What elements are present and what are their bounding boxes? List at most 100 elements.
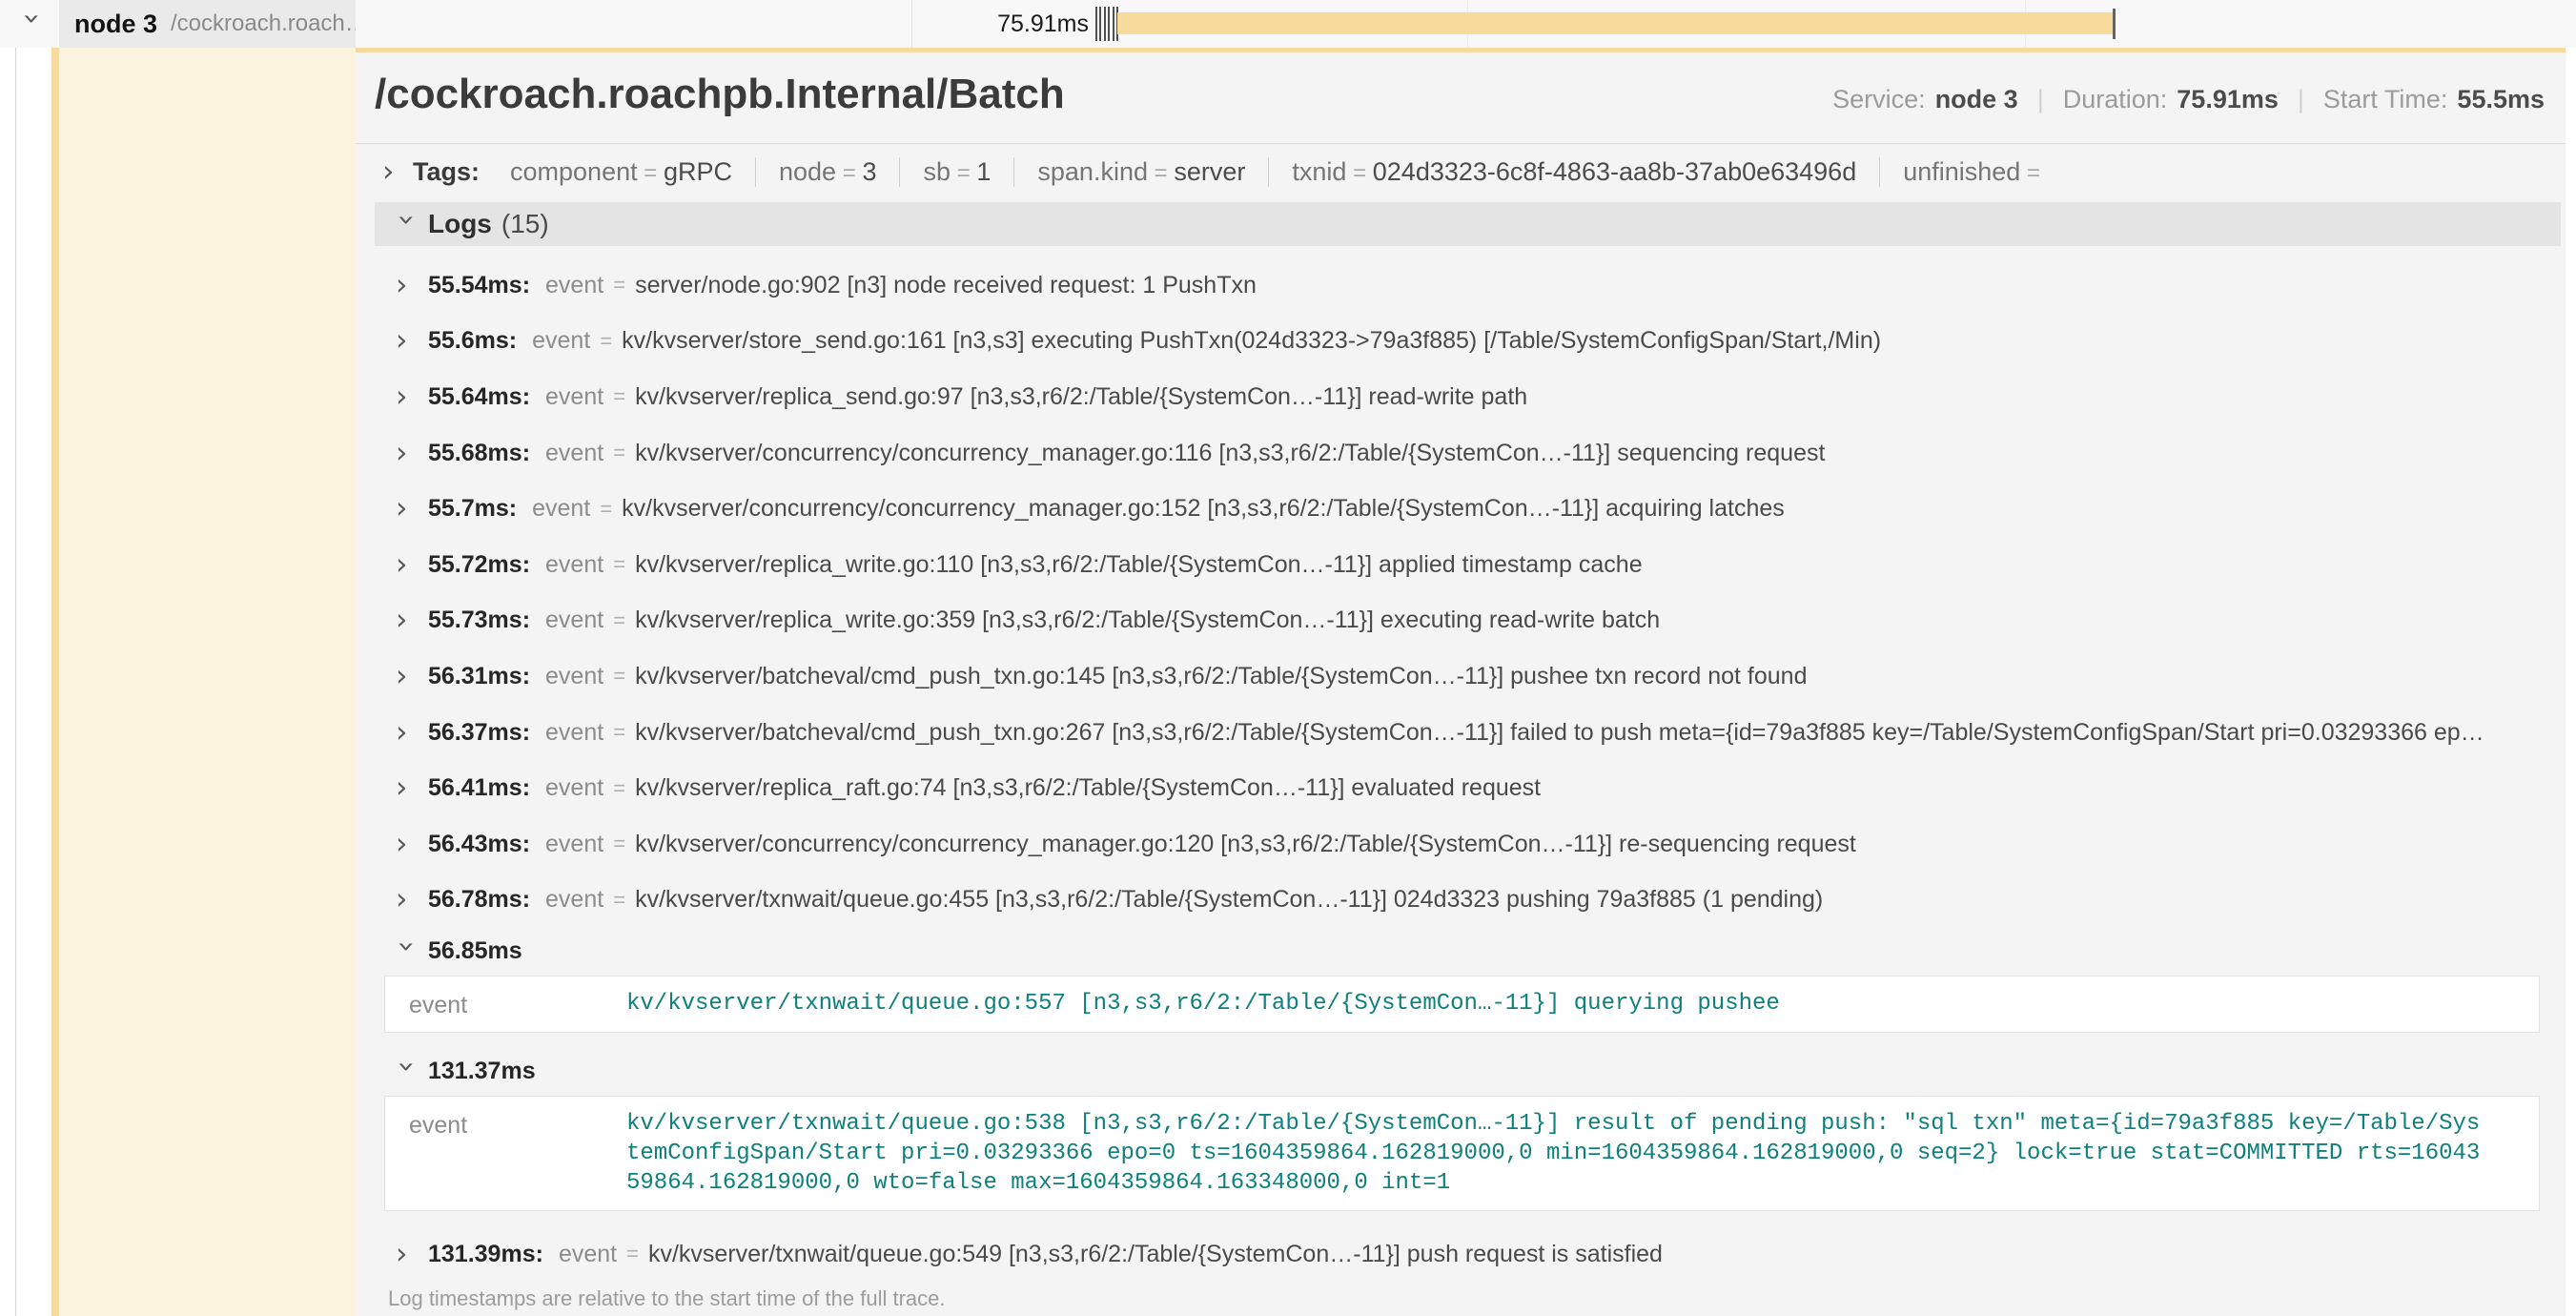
logs-count: (15) — [501, 209, 549, 239]
stat-separator: | — [2037, 85, 2044, 113]
chevron-right-icon[interactable]: › — [396, 550, 417, 580]
span-duration-bar[interactable] — [1117, 12, 2114, 34]
tag-key: unfinished — [1903, 157, 2020, 186]
span-color-bar — [51, 0, 59, 1316]
tag-value: 3 — [862, 157, 876, 186]
left-rail-divider — [15, 0, 16, 1316]
log-message: kv/kvserver/replica_write.go:110 [n3,s3,… — [635, 551, 1643, 579]
log-timestamp: 56.37ms: — [428, 719, 530, 747]
log-timestamp: 55.72ms: — [428, 551, 530, 579]
chevron-right-icon[interactable]: › — [396, 382, 417, 412]
detail-header: /cockroach.roachpb.Internal/Batch Servic… — [356, 52, 2566, 138]
log-message: kv/kvserver/batcheval/cmd_push_txn.go:26… — [635, 719, 2484, 747]
stat-label: Start Time: — [2323, 85, 2448, 113]
log-field-key: event — [545, 607, 603, 634]
tag-node[interactable]: node = 3 — [756, 157, 900, 187]
tags-row[interactable]: › Tags: component = gRPCnode = 3sb = 1sp… — [356, 144, 2566, 198]
tag-unfinished[interactable]: unfinished = — [1880, 157, 2063, 187]
tag-value: server — [1174, 157, 1245, 186]
log-field-value: kv/kvserver/txnwait/queue.go:538 [n3,s3,… — [626, 1109, 2484, 1198]
trace-detail-view: › node 3 /cockroach.roach… 75.91ms /cock… — [0, 0, 2576, 1316]
chevron-down-icon[interactable]: › — [17, 13, 47, 34]
log-event-detail: eventkv/kvserver/txnwait/queue.go:557 [n… — [384, 976, 2540, 1033]
span-row[interactable]: › node 3 /cockroach.roach… 75.91ms — [0, 0, 2576, 48]
tag-key: span.kind — [1037, 157, 1148, 186]
span-operation-name: /cockroach.roach… — [171, 10, 356, 37]
log-entry[interactable]: ›55.73ms:event=kv/kvserver/replica_write… — [356, 593, 2566, 649]
log-field-key: event — [532, 327, 590, 355]
log-marker-ticks — [1095, 7, 1118, 41]
log-timestamp: 131.37ms — [428, 1058, 536, 1085]
chevron-right-icon[interactable]: › — [396, 885, 417, 915]
log-timestamp: 55.64ms: — [428, 383, 530, 411]
log-message: kv/kvserver/replica_raft.go:74 [n3,s3,r6… — [635, 774, 1541, 802]
span-title: /cockroach.roachpb.Internal/Batch — [375, 70, 1065, 119]
chevron-right-icon[interactable]: › — [396, 1240, 417, 1269]
log-entry[interactable]: ›55.6ms:event=kv/kvserver/store_send.go:… — [356, 314, 2566, 370]
log-marker-tick-end — [2113, 9, 2116, 39]
logs-section-header[interactable]: › Logs (15) — [375, 202, 2561, 246]
tag-equals: = — [638, 160, 664, 186]
stat-label: Duration: — [2063, 85, 2168, 113]
log-timestamp: 56.85ms — [428, 937, 522, 965]
chevron-right-icon[interactable]: › — [382, 157, 403, 187]
tag-key: node — [779, 157, 836, 186]
tags-label: Tags: — [413, 157, 480, 187]
chevron-down-icon[interactable]: › — [392, 1060, 421, 1081]
log-entry[interactable]: ›55.72ms:event=kv/kvserver/replica_write… — [356, 537, 2566, 593]
chevron-right-icon[interactable]: › — [396, 326, 417, 356]
chevron-right-icon[interactable]: › — [396, 830, 417, 859]
chevron-right-icon[interactable]: › — [396, 718, 417, 748]
log-message: kv/kvserver/replica_write.go:359 [n3,s3,… — [635, 607, 1660, 634]
log-field-key: event — [545, 886, 603, 914]
chevron-down-icon[interactable]: › — [392, 214, 421, 235]
log-timestamp: 56.43ms: — [428, 831, 530, 858]
log-timestamp: 56.78ms: — [428, 886, 530, 914]
tag-component[interactable]: component = gRPC — [487, 157, 756, 187]
log-field-equals: = — [613, 608, 625, 633]
log-field-equals: = — [613, 664, 625, 689]
log-entry[interactable]: ›56.43ms:event=kv/kvserver/concurrency/c… — [356, 816, 2566, 873]
log-field-equals: = — [613, 273, 625, 298]
tag-equals: = — [951, 160, 976, 186]
log-entry[interactable]: ›55.64ms:event=kv/kvserver/replica_send.… — [356, 369, 2566, 425]
tag-txnid[interactable]: txnid = 024d3323-6c8f-4863-aa8b-37ab0e63… — [1269, 157, 1880, 187]
log-field-key: event — [559, 1241, 617, 1268]
log-timestamp: 56.41ms: — [428, 774, 530, 802]
chevron-right-icon[interactable]: › — [396, 606, 417, 635]
chevron-down-icon[interactable]: › — [392, 940, 421, 961]
log-field-key: event — [545, 440, 603, 467]
tag-key: txnid — [1292, 157, 1346, 186]
log-entry-header-expanded[interactable]: › 56.85ms — [356, 928, 2566, 974]
log-entry[interactable]: ›131.39ms:event=kv/kvserver/txnwait/queu… — [356, 1226, 2566, 1283]
log-entry-header-expanded[interactable]: › 131.37ms — [356, 1048, 2566, 1094]
stat-label: Service: — [1832, 85, 1926, 113]
log-entry[interactable]: ›56.78ms:event=kv/kvserver/txnwait/queue… — [356, 873, 2566, 929]
log-timestamp: 131.39ms: — [428, 1241, 543, 1268]
chevron-right-icon[interactable]: › — [396, 271, 417, 300]
chevron-right-icon[interactable]: › — [396, 773, 417, 803]
tag-span.kind[interactable]: span.kind = server — [1014, 157, 1269, 187]
log-entry[interactable]: ›55.54ms:event=server/node.go:902 [n3] n… — [356, 257, 2566, 314]
log-entry[interactable]: ›55.7ms:event=kv/kvserver/concurrency/co… — [356, 481, 2566, 537]
log-entry[interactable]: ›56.31ms:event=kv/kvserver/batcheval/cmd… — [356, 648, 2566, 705]
tags-list: component = gRPCnode = 3sb = 1span.kind … — [487, 157, 2063, 187]
chevron-right-icon[interactable]: › — [396, 662, 417, 691]
tag-sb[interactable]: sb = 1 — [900, 157, 1014, 187]
log-field-value: kv/kvserver/txnwait/queue.go:557 [n3,s3,… — [626, 989, 2484, 1018]
log-entry[interactable]: ›56.37ms:event=kv/kvserver/batcheval/cmd… — [356, 705, 2566, 761]
log-field-key: event — [545, 831, 603, 858]
log-entry[interactable]: ›56.41ms:event=kv/kvserver/replica_raft.… — [356, 760, 2566, 816]
span-stats: Service:node 3|Duration:75.91ms|Start Ti… — [1832, 85, 2545, 114]
log-field-equals: = — [613, 441, 625, 465]
tag-value: 1 — [976, 157, 991, 186]
log-message: kv/kvserver/concurrency/concurrency_mana… — [622, 495, 1785, 523]
chevron-right-icon[interactable]: › — [396, 494, 417, 524]
logs-title: Logs — [428, 209, 492, 239]
span-name-cell[interactable]: node 3 /cockroach.roach… — [59, 0, 356, 48]
chevron-right-icon[interactable]: › — [396, 439, 417, 468]
log-field-equals: = — [613, 384, 625, 409]
log-field-equals: = — [613, 832, 625, 856]
tag-value: 024d3323-6c8f-4863-aa8b-37ab0e63496d — [1373, 157, 1856, 186]
log-entry[interactable]: ›55.68ms:event=kv/kvserver/concurrency/c… — [356, 425, 2566, 482]
